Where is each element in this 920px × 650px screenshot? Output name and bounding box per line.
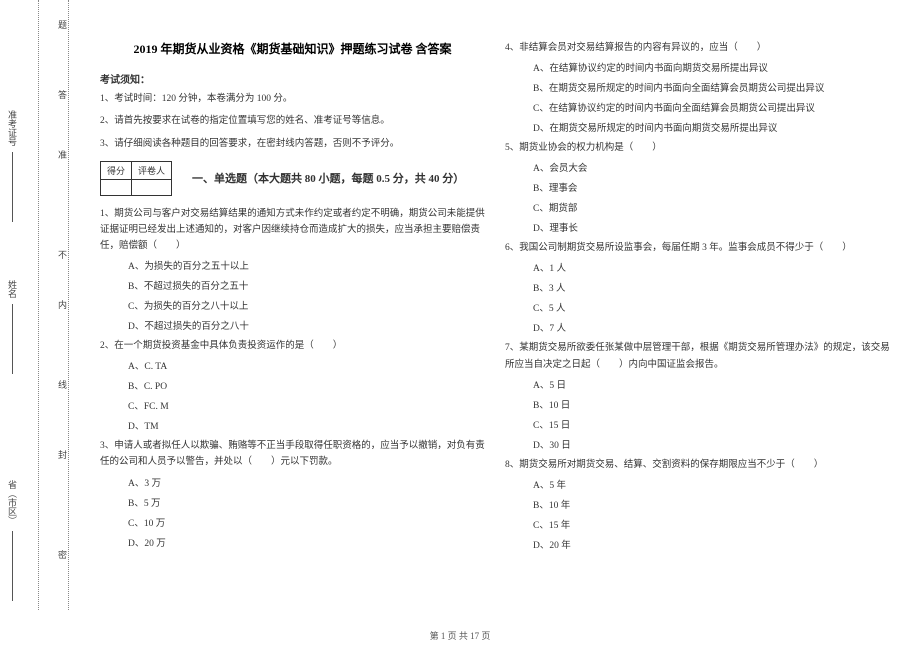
notice-heading: 考试须知： bbox=[100, 71, 485, 86]
q1-opt-d: D、不超过损失的百分之八十 bbox=[128, 318, 485, 332]
field-ticket: 准考证号 bbox=[6, 110, 19, 226]
seal-char-feng: 封 bbox=[56, 450, 69, 467]
q2-opt-b: B、C. PO bbox=[128, 378, 485, 392]
field-name-label: 姓名 bbox=[7, 280, 17, 298]
q7-stem: 7、某期货交易所欲委任张某做中层管理干部，根据《期货交易所管理办法》的规定，该交… bbox=[505, 340, 890, 372]
score-col-grader: 评卷人 bbox=[132, 161, 172, 179]
exam-title: 2019 年期货从业资格《期货基础知识》押题练习试卷 含答案 bbox=[100, 40, 485, 57]
field-name: 姓名 bbox=[6, 280, 19, 378]
q8-opt-a: A、5 年 bbox=[533, 477, 890, 491]
notice-line-2: 2、请首先按要求在试卷的指定位置填写您的姓名、准考证号等信息。 bbox=[100, 114, 485, 128]
q3-opt-d: D、20 万 bbox=[128, 535, 485, 549]
q2-stem: 2、在一个期货投资基金中具体负责投资运作的是（ ） bbox=[100, 338, 485, 354]
seal-char-da: 答 bbox=[56, 90, 69, 107]
seal-char-nei: 内 bbox=[56, 300, 69, 317]
q1-opt-b: B、不超过损失的百分之五十 bbox=[128, 278, 485, 292]
q4-opt-b: B、在期货交易所规定的时间内书面向全面结算会员期货公司提出异议 bbox=[533, 80, 890, 94]
q7-opt-a: A、5 日 bbox=[533, 377, 890, 391]
seal-char-mi: 密 bbox=[56, 550, 69, 567]
seal-char-bu: 不 bbox=[56, 250, 69, 267]
content-area: 2019 年期货从业资格《期货基础知识》押题练习试卷 含答案 考试须知： 1、考… bbox=[80, 0, 920, 650]
q3-opt-c: C、10 万 bbox=[128, 515, 485, 529]
binding-margin: 密 封 线 内 不 准 答 题 省（市区） 姓名 准考证号 bbox=[0, 0, 80, 650]
binding-dotted-line-outer bbox=[38, 0, 39, 610]
q1-stem: 1、期货公司与客户对交易结算结果的通知方式未作约定或者约定不明确，期货公司未能提… bbox=[100, 206, 485, 254]
seal-char-ti: 题 bbox=[56, 20, 69, 37]
field-ticket-label: 准考证号 bbox=[7, 110, 17, 146]
q8-opt-d: D、20 年 bbox=[533, 537, 890, 551]
left-column: 2019 年期货从业资格《期货基础知识》押题练习试卷 含答案 考试须知： 1、考… bbox=[90, 40, 495, 630]
q7-opt-b: B、10 日 bbox=[533, 397, 890, 411]
q5-opt-d: D、理事长 bbox=[533, 220, 890, 234]
q8-opt-b: B、10 年 bbox=[533, 497, 890, 511]
section-1-title: 一、单选题（本大题共 80 小题，每题 0.5 分，共 40 分） bbox=[192, 170, 464, 186]
score-blank-2 bbox=[132, 179, 172, 195]
q4-stem: 4、非结算会员对交易结算报告的内容有异议的，应当（ ） bbox=[505, 40, 890, 56]
score-box: 得分 评卷人 一、单选题（本大题共 80 小题，每题 0.5 分，共 40 分） bbox=[100, 161, 485, 196]
q5-stem: 5、期货业协会的权力机构是（ ） bbox=[505, 140, 890, 156]
q8-opt-c: C、15 年 bbox=[533, 517, 890, 531]
q5-opt-a: A、会员大会 bbox=[533, 160, 890, 174]
seal-char-xian: 线 bbox=[56, 380, 69, 397]
field-name-line bbox=[12, 304, 13, 374]
q6-opt-b: B、3 人 bbox=[533, 280, 890, 294]
q3-opt-a: A、3 万 bbox=[128, 475, 485, 489]
q4-opt-c: C、在结算协议约定的时间内书面向全面结算会员期货公司提出异议 bbox=[533, 100, 890, 114]
field-province-label: 省（市区） bbox=[7, 480, 17, 525]
q7-opt-c: C、15 日 bbox=[533, 417, 890, 431]
notice-line-3: 3、请仔细阅读各种题目的回答要求，在密封线内答题，否则不予评分。 bbox=[100, 137, 485, 151]
q2-opt-d: D、TM bbox=[128, 418, 485, 432]
score-table: 得分 评卷人 bbox=[100, 161, 172, 196]
exam-page: 密 封 线 内 不 准 答 题 省（市区） 姓名 准考证号 2019 年期货从业… bbox=[0, 0, 920, 650]
score-blank-1 bbox=[101, 179, 132, 195]
q5-opt-c: C、期货部 bbox=[533, 200, 890, 214]
q5-opt-b: B、理事会 bbox=[533, 180, 890, 194]
q2-opt-a: A、C. TA bbox=[128, 358, 485, 372]
q8-stem: 8、期货交易所对期货交易、结算、交割资料的保存期限应当不少于（ ） bbox=[505, 457, 890, 473]
q7-opt-d: D、30 日 bbox=[533, 437, 890, 451]
notice-line-1: 1、考试时间：120 分钟，本卷满分为 100 分。 bbox=[100, 92, 485, 106]
q6-opt-a: A、1 人 bbox=[533, 260, 890, 274]
q4-opt-d: D、在期货交易所规定的时间内书面向期货交易所提出异议 bbox=[533, 120, 890, 134]
q6-opt-c: C、5 人 bbox=[533, 300, 890, 314]
field-province: 省（市区） bbox=[6, 480, 19, 605]
seal-char-zhun: 准 bbox=[56, 150, 69, 167]
q1-opt-a: A、为损失的百分之五十以上 bbox=[128, 258, 485, 272]
field-province-line bbox=[12, 531, 13, 601]
field-ticket-line bbox=[12, 152, 13, 222]
q6-opt-d: D、7 人 bbox=[533, 320, 890, 334]
q2-opt-c: C、FC. M bbox=[128, 398, 485, 412]
right-column: 4、非结算会员对交易结算报告的内容有异议的，应当（ ） A、在结算协议约定的时间… bbox=[495, 40, 900, 630]
q4-opt-a: A、在结算协议约定的时间内书面向期货交易所提出异议 bbox=[533, 60, 890, 74]
q3-stem: 3、申请人或者拟任人以欺骗、贿赂等不正当手段取得任职资格的，应当予以撤销，对负有… bbox=[100, 438, 485, 470]
score-col-score: 得分 bbox=[101, 161, 132, 179]
q6-stem: 6、我国公司制期货交易所设监事会，每届任期 3 年。监事会成员不得少于（ ） bbox=[505, 240, 890, 256]
q1-opt-c: C、为损失的百分之八十以上 bbox=[128, 298, 485, 312]
q3-opt-b: B、5 万 bbox=[128, 495, 485, 509]
page-footer: 第 1 页 共 17 页 bbox=[0, 629, 920, 642]
